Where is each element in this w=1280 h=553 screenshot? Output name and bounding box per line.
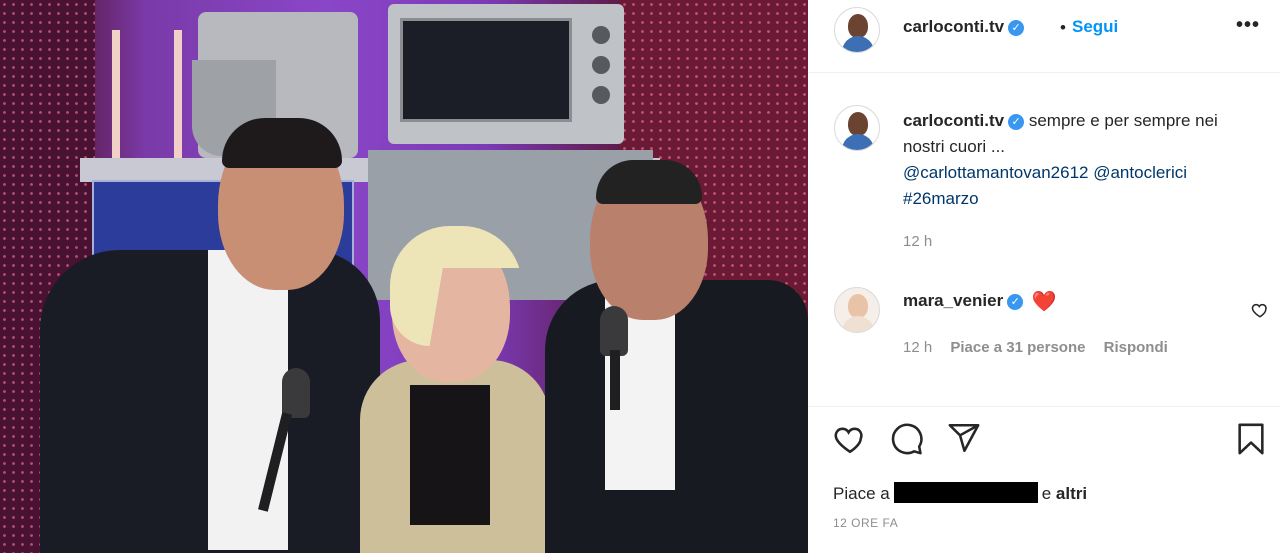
likes-conjunction: e <box>1041 484 1052 503</box>
hashtag-link[interactable]: #26marzo <box>903 189 979 208</box>
avatar-face <box>848 14 868 38</box>
likes-others-link[interactable]: altri <box>1056 484 1087 503</box>
post-photo[interactable] <box>0 0 808 553</box>
follow-button[interactable]: Segui <box>1072 17 1118 37</box>
microphone-right-handle <box>610 350 620 410</box>
avatar-torso <box>842 316 874 332</box>
divider <box>808 406 1280 407</box>
oven-knob <box>592 56 610 74</box>
person-left-hair <box>222 118 342 168</box>
toaster-oven <box>388 4 624 144</box>
post-timestamp[interactable]: 12 ORE FA <box>833 516 898 530</box>
comment-meta: 12 h Piace a 31 persone Rispondi <box>903 339 1182 356</box>
person-right-hair <box>596 160 702 204</box>
avatar-torso <box>842 36 874 52</box>
verified-badge-icon: ✓ <box>1007 294 1024 310</box>
oven-knob <box>592 86 610 104</box>
person-left-shirt <box>208 250 288 550</box>
verified-badge-icon: ✓ <box>1008 114 1025 130</box>
header-separator: • <box>1060 18 1066 37</box>
comment-icon[interactable] <box>890 422 924 456</box>
redacted-username <box>893 482 1038 503</box>
bookmark-icon[interactable] <box>1234 422 1268 456</box>
likes-prefix: Piace a <box>833 484 890 503</box>
commenter-avatar[interactable] <box>834 287 880 333</box>
verified-badge-icon: ✓ <box>1008 20 1025 36</box>
decor-lamp <box>112 30 182 160</box>
oven-window <box>400 18 572 122</box>
microphone-left <box>282 368 310 418</box>
mention-link[interactable]: @antoclerici <box>1093 163 1187 182</box>
post-side-panel: carloconti.tv ✓ • Segui ••• carloconti.tv… <box>808 0 1280 553</box>
person-right-suit <box>545 280 808 553</box>
comment: mara_venier ✓ ❤️ <box>903 289 1057 314</box>
oven-knob <box>592 26 610 44</box>
avatar-face <box>848 112 868 136</box>
caption-avatar[interactable] <box>834 105 880 151</box>
avatar-face <box>848 294 868 318</box>
author-username-text[interactable]: carloconti.tv <box>903 17 1004 36</box>
comment-likes-count[interactable]: Piace a 31 persone <box>950 339 1085 356</box>
comment-username[interactable]: mara_venier <box>903 291 1003 310</box>
person-center-top <box>410 385 490 525</box>
more-options-button[interactable]: ••• <box>1236 14 1260 37</box>
author-username[interactable]: carloconti.tv ✓ <box>903 17 1025 37</box>
microphone-right <box>600 306 628 356</box>
comment-text: ❤️ <box>1031 291 1057 313</box>
avatar-torso <box>842 134 874 150</box>
heart-icon[interactable] <box>833 422 867 456</box>
post-caption: carloconti.tv ✓ sempre e per sempre nei n… <box>903 108 1263 212</box>
send-icon[interactable] <box>947 421 981 455</box>
post-header: carloconti.tv ✓ • Segui ••• <box>808 0 1280 73</box>
author-avatar[interactable] <box>834 7 880 53</box>
comment-timestamp[interactable]: 12 h <box>903 339 932 356</box>
likes-summary: Piace a e altri <box>833 482 1087 504</box>
reply-button[interactable]: Rispondi <box>1104 339 1168 356</box>
mention-link[interactable]: @carlottamantovan2612 <box>903 163 1088 182</box>
comment-like-heart-icon[interactable] <box>1251 301 1269 319</box>
caption-timestamp[interactable]: 12 h <box>903 233 932 250</box>
caption-username[interactable]: carloconti.tv <box>903 111 1004 130</box>
